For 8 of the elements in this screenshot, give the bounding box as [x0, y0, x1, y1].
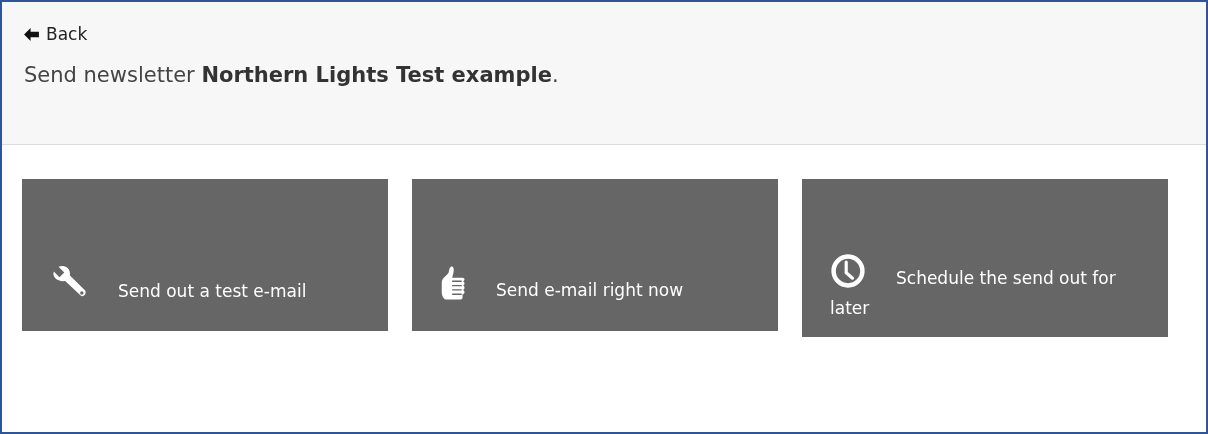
page-heading: Send newsletter Northern Lights Test example.: [24, 62, 560, 87]
action-button[interactable]: Send out a test e-mail: [22, 179, 388, 331]
back-link[interactable]: Back: [24, 24, 88, 44]
action-button[interactable]: Send e-mail right now: [412, 179, 778, 331]
action-button[interactable]: Schedule the send out for later: [802, 179, 1168, 337]
back-arrow-icon: [24, 27, 39, 41]
thumbs-up-icon: [440, 265, 466, 301]
clock-icon: [830, 253, 866, 289]
